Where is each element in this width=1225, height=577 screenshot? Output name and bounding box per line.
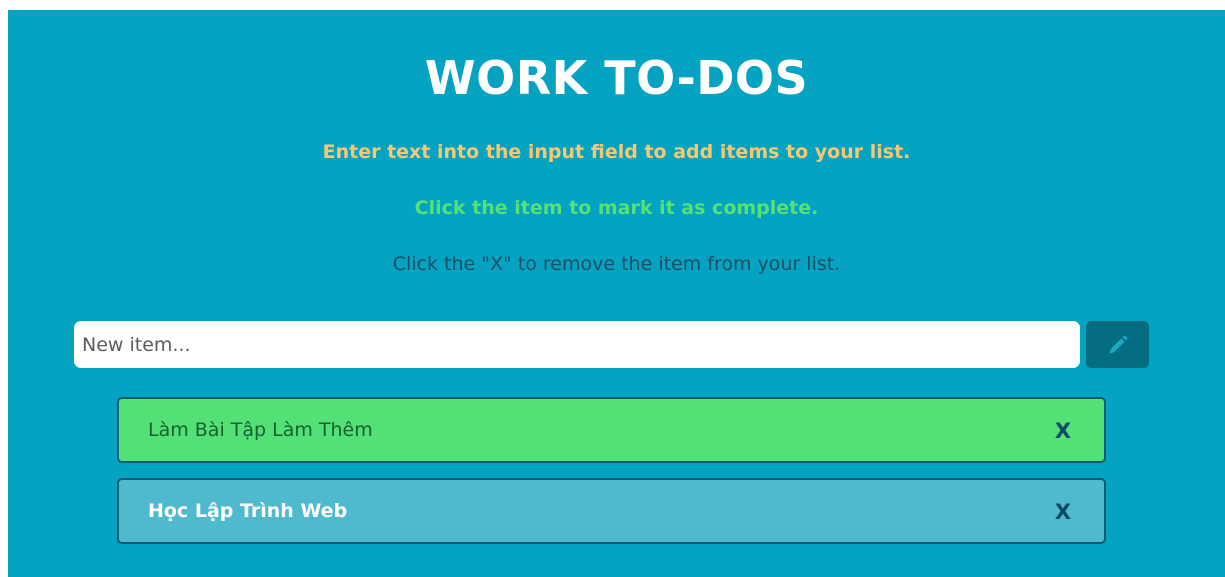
todo-item[interactable]: Học Lập Trình Web X <box>117 478 1106 544</box>
complete-instruction: Click the item to mark it as complete. <box>414 197 819 219</box>
remove-item-button[interactable]: X <box>1051 499 1075 525</box>
add-item-button[interactable] <box>1086 321 1149 368</box>
remove-item-button[interactable]: X <box>1051 418 1075 444</box>
pencil-icon <box>1107 334 1129 356</box>
page-title: WORK TO-DOS <box>424 51 809 105</box>
new-item-input[interactable] <box>74 321 1080 368</box>
todo-item-text: Học Lập Trình Web <box>148 500 348 522</box>
remove-instruction: Click the "X" to remove the item from yo… <box>392 253 841 275</box>
todo-item-text: Làm Bài Tập Làm Thêm <box>148 419 373 441</box>
todo-item-completed[interactable]: Làm Bài Tập Làm Thêm X <box>117 397 1106 463</box>
todo-app: WORK TO-DOS Enter text into the input fi… <box>8 10 1225 577</box>
add-instruction: Enter text into the input field to add i… <box>322 141 911 163</box>
